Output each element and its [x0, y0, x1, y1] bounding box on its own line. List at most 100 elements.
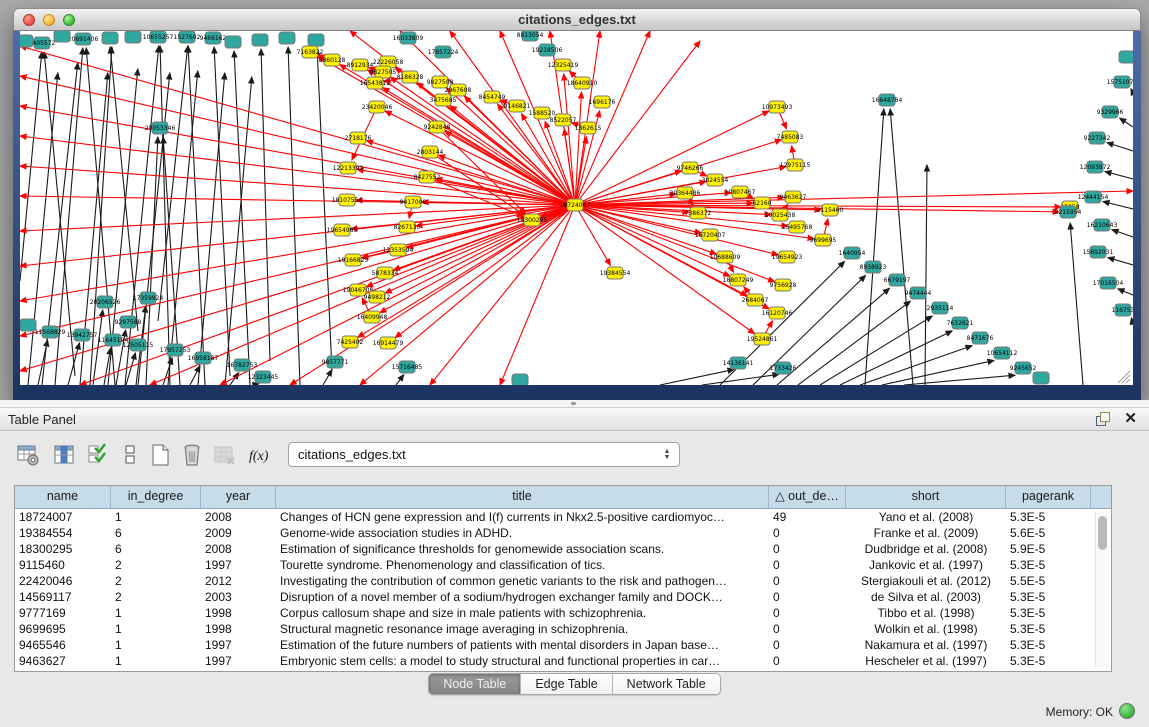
column-header-title[interactable]: title — [276, 486, 769, 508]
citation-edge-black[interactable] — [168, 71, 198, 385]
column-header-short[interactable]: short — [846, 486, 1006, 508]
citation-edge-black[interactable] — [317, 49, 332, 371]
graph-node[interactable] — [252, 34, 268, 46]
cell-name[interactable]: 19384554 — [15, 525, 111, 541]
cell-name[interactable]: 9699695 — [15, 621, 111, 637]
graph-node[interactable] — [20, 319, 36, 331]
citation-edge-black[interactable] — [860, 346, 972, 385]
citation-edge-black[interactable] — [882, 360, 994, 385]
column-header-out_de[interactable]: △ out_de… — [769, 486, 846, 508]
cell-in_degree[interactable]: 1 — [111, 653, 201, 669]
cell-in_degree[interactable]: 2 — [111, 589, 201, 605]
citation-edge-black[interactable] — [163, 358, 172, 385]
graph-node[interactable]: 19654923 — [772, 251, 803, 263]
citation-edge-black[interactable] — [198, 73, 225, 385]
cell-pagerank[interactable]: 5.9E-5 — [1006, 541, 1091, 557]
graph-node[interactable]: 9756928 — [770, 279, 797, 291]
graph-node[interactable]: 12323445 — [248, 371, 279, 383]
cell-out_de[interactable]: 0 — [769, 541, 846, 557]
graph-node[interactable]: 20053346 — [145, 122, 176, 134]
citation-edge-red[interactable] — [575, 31, 650, 205]
cell-pagerank[interactable]: 5.3E-5 — [1006, 557, 1091, 573]
cell-in_degree[interactable]: 6 — [111, 525, 201, 541]
citation-edge-black[interactable] — [261, 49, 270, 361]
panel-split-divider[interactable] — [0, 400, 1149, 408]
cell-name[interactable]: 18724007 — [15, 509, 111, 525]
cell-out_de[interactable]: 0 — [769, 621, 846, 637]
citation-edge-black[interactable] — [1112, 230, 1133, 237]
graph-node[interactable] — [102, 32, 118, 44]
cell-pagerank[interactable]: 5.5E-5 — [1006, 573, 1091, 589]
graph-node[interactable] — [512, 374, 528, 385]
cell-pagerank[interactable]: 5.3E-5 — [1006, 637, 1091, 653]
cell-title[interactable]: Estimation of the future numbers of pati… — [276, 637, 769, 653]
cell-year[interactable]: 1997 — [201, 653, 276, 669]
graph-node[interactable] — [1033, 372, 1049, 384]
graph-node[interactable]: 9699695 — [810, 234, 837, 246]
table-row[interactable]: 911546021997Tourette syndrome. Phenomeno… — [15, 557, 1111, 573]
citation-edge-black[interactable] — [1103, 201, 1133, 209]
graph-node[interactable]: 9245652 — [1010, 362, 1037, 374]
table-row[interactable]: 1830029562008Estimation of significance … — [15, 541, 1111, 557]
citation-edge-black[interactable] — [1120, 118, 1133, 127]
citation-edge-black[interactable] — [1131, 318, 1133, 325]
table-row[interactable]: 1872400712008Changes of HCN gene express… — [15, 509, 1111, 525]
tab-node-table[interactable]: Node Table — [429, 674, 521, 694]
citation-edge-red[interactable] — [575, 171, 681, 205]
close-panel-icon[interactable]: ✕ — [1124, 411, 1137, 426]
row-height-icon[interactable] — [118, 443, 142, 467]
cell-short[interactable]: Wolkin et al. (1998) — [846, 621, 1006, 637]
graph-node[interactable]: 10654112 — [987, 347, 1018, 359]
cell-title[interactable]: Investigating the contribution of common… — [276, 573, 769, 589]
graph-node[interactable]: 7485083 — [777, 131, 804, 143]
cell-year[interactable]: 1998 — [201, 605, 276, 621]
new-table-icon[interactable] — [148, 443, 172, 467]
delete-entries-icon[interactable] — [180, 443, 204, 467]
citation-edge-red[interactable] — [20, 136, 575, 205]
graph-node[interactable]: 10973493 — [762, 101, 793, 113]
cell-short[interactable]: Tibbo et al. (1998) — [846, 605, 1006, 621]
citation-edge-black[interactable] — [253, 383, 259, 385]
citation-edge-black[interactable] — [396, 375, 404, 385]
citation-edge-black[interactable] — [1131, 89, 1133, 93]
graph-node[interactable]: 15495768 — [782, 221, 813, 233]
graph-node[interactable]: 16648784 — [872, 94, 903, 106]
graph-node[interactable]: 2718176 — [345, 132, 372, 144]
cell-short[interactable]: Dudbridge et al. (2008) — [846, 541, 1006, 557]
table-row[interactable]: 946554611997Estimation of the future num… — [15, 637, 1111, 653]
citation-edge-black[interactable] — [1070, 223, 1083, 385]
graph-node[interactable]: 2935114 — [927, 302, 954, 314]
cell-short[interactable]: Stergiakouli et al. (2012) — [846, 573, 1006, 589]
cell-name[interactable]: 18300295 — [15, 541, 111, 557]
cell-title[interactable]: Genome-wide association studies in ADHD. — [276, 525, 769, 541]
graph-node[interactable]: 8813054 — [517, 31, 544, 41]
divider-handle[interactable] — [571, 402, 576, 405]
graph-node[interactable]: 19166825 — [338, 254, 369, 266]
graph-node[interactable]: 14136141 — [723, 357, 754, 369]
cell-pagerank[interactable]: 5.3E-5 — [1006, 621, 1091, 637]
citation-edge-black[interactable] — [890, 109, 913, 385]
graph-node[interactable]: 9329966 — [1097, 106, 1124, 118]
graph-node[interactable]: 16210643 — [1087, 219, 1118, 231]
table-vertical-scrollbar[interactable] — [1095, 512, 1109, 667]
graph-node[interactable]: 17016504 — [1093, 277, 1124, 289]
cell-in_degree[interactable]: 2 — [111, 557, 201, 573]
cell-short[interactable]: Hescheler et al. (1997) — [846, 653, 1006, 669]
cell-in_degree[interactable]: 1 — [111, 509, 201, 525]
graph-node[interactable]: 10655257 — [143, 31, 174, 43]
cell-pagerank[interactable]: 5.3E-5 — [1006, 589, 1091, 605]
cell-in_degree[interactable]: 1 — [111, 637, 201, 653]
graph-node[interactable]: 16914479 — [373, 337, 404, 349]
graph-node[interactable]: 16720407 — [695, 229, 726, 241]
graph-node[interactable]: 8454749 — [479, 91, 506, 103]
cell-title[interactable]: Corpus callosum shape and size in male p… — [276, 605, 769, 621]
table-row[interactable]: 1456911722003Disruption of a novel membe… — [15, 589, 1111, 605]
citation-edge-black[interactable] — [865, 109, 884, 385]
cell-in_degree[interactable]: 1 — [111, 621, 201, 637]
graph-node[interactable]: 9857771 — [322, 356, 349, 368]
resize-grip[interactable] — [1118, 371, 1130, 383]
citation-edge-black[interactable] — [1107, 143, 1133, 151]
graph-node[interactable]: 12975115 — [780, 159, 811, 171]
graph-node[interactable]: 17359924 — [133, 292, 164, 304]
graph-node[interactable]: 15751074 — [1107, 76, 1133, 88]
